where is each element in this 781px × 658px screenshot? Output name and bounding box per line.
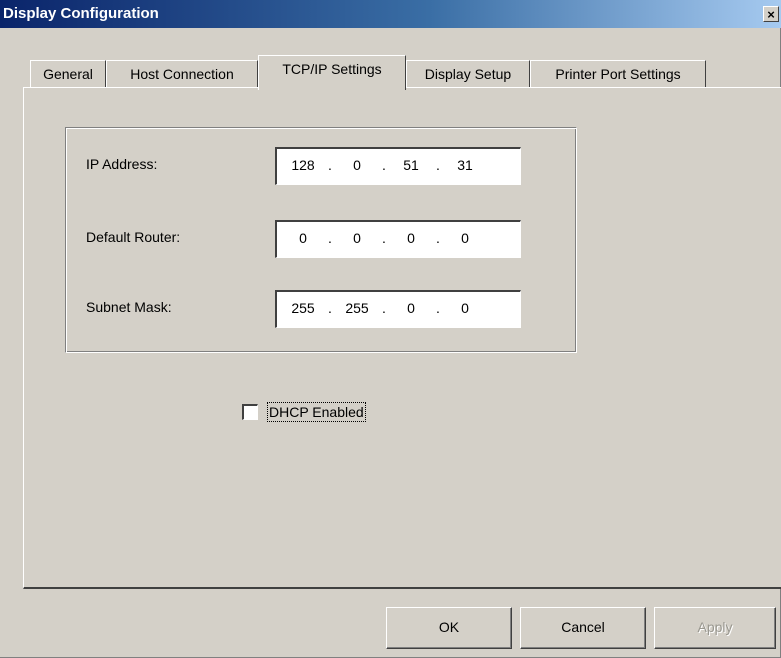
tab-general-label: General — [43, 66, 93, 82]
tab-host-connection[interactable]: Host Connection — [106, 60, 258, 88]
display-configuration-dialog: Display Configuration × General Host Con… — [0, 0, 781, 658]
ok-button[interactable]: OK — [386, 607, 512, 649]
tab-tcpip-settings-label: TCP/IP Settings — [282, 61, 382, 77]
cancel-button[interactable]: Cancel — [520, 607, 646, 649]
ok-button-label: OK — [438, 619, 460, 635]
default-router-dot: . — [436, 230, 440, 246]
dhcp-enabled-label[interactable]: DHCP Enabled — [267, 402, 366, 422]
ip-address-octet-1[interactable]: 128 — [283, 157, 323, 173]
default-router-octet-4[interactable]: 0 — [445, 230, 485, 246]
ip-address-label: IP Address: — [86, 156, 158, 172]
subnet-mask-field[interactable]: 255 . 255 . 0 . 0 — [275, 290, 521, 328]
tab-host-connection-label: Host Connection — [130, 66, 234, 82]
subnet-mask-dot: . — [328, 300, 332, 316]
tab-display-setup[interactable]: Display Setup — [406, 60, 530, 88]
default-router-octet-1[interactable]: 0 — [283, 230, 323, 246]
cancel-button-label: Cancel — [561, 619, 605, 635]
ip-address-octet-2[interactable]: 0 — [337, 157, 377, 173]
subnet-mask-octet-2[interactable]: 255 — [337, 300, 377, 316]
ip-address-dot: . — [436, 157, 440, 173]
dhcp-enabled-checkbox[interactable] — [242, 404, 258, 420]
subnet-mask-dot: . — [382, 300, 386, 316]
ip-address-dot: . — [382, 157, 386, 173]
default-router-field[interactable]: 0 . 0 . 0 . 0 — [275, 220, 521, 258]
subnet-mask-octet-4[interactable]: 0 — [445, 300, 485, 316]
ip-address-octet-4[interactable]: 31 — [445, 157, 485, 173]
default-router-octet-3[interactable]: 0 — [391, 230, 431, 246]
tab-general[interactable]: General — [30, 60, 106, 88]
default-router-dot: . — [382, 230, 386, 246]
close-icon: × — [767, 7, 775, 22]
apply-button-label: Apply — [697, 619, 733, 635]
title-bar[interactable]: Display Configuration × — [0, 0, 781, 28]
subnet-mask-octet-3[interactable]: 0 — [391, 300, 431, 316]
subnet-mask-octet-1[interactable]: 255 — [283, 300, 323, 316]
tab-display-setup-label: Display Setup — [424, 66, 512, 82]
ip-address-octet-3[interactable]: 51 — [391, 157, 431, 173]
default-router-octet-2[interactable]: 0 — [337, 230, 377, 246]
subnet-mask-dot: . — [436, 300, 440, 316]
tab-printer-port-settings-label: Printer Port Settings — [555, 66, 681, 82]
tab-tcpip-settings[interactable]: TCP/IP Settings — [258, 55, 406, 90]
apply-button[interactable]: Apply — [654, 607, 776, 649]
window-title: Display Configuration — [3, 5, 159, 22]
ip-address-field[interactable]: 128 . 0 . 51 . 31 — [275, 147, 521, 185]
subnet-mask-label: Subnet Mask: — [86, 299, 172, 315]
tab-printer-port-settings[interactable]: Printer Port Settings — [530, 60, 706, 88]
ip-address-dot: . — [328, 157, 332, 173]
close-button[interactable]: × — [763, 6, 779, 22]
default-router-dot: . — [328, 230, 332, 246]
default-router-label: Default Router: — [86, 229, 181, 245]
